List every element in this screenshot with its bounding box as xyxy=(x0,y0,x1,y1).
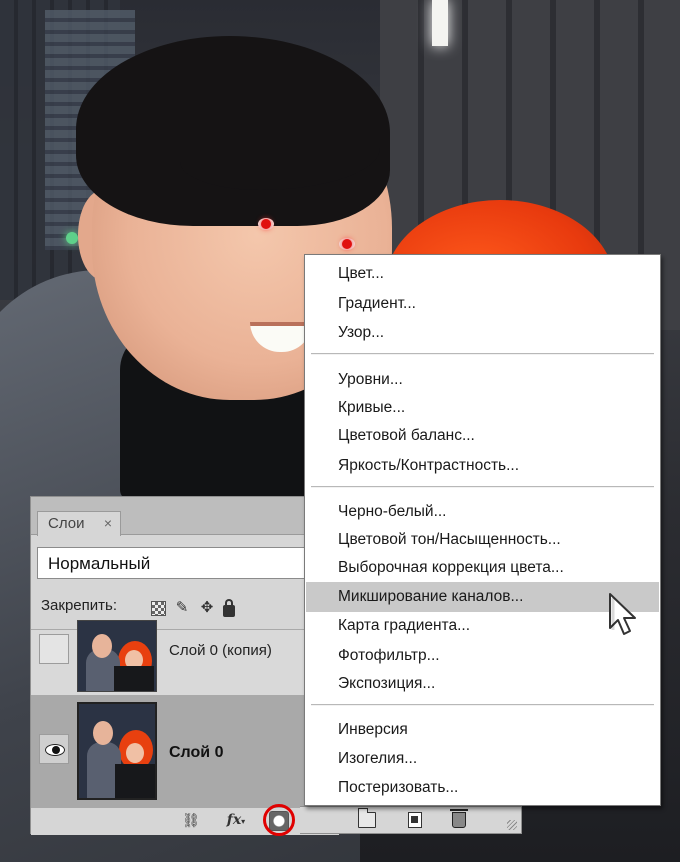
menu-item-threshold[interactable]: Изогелия... xyxy=(306,744,659,774)
layer-thumbnail xyxy=(77,620,157,692)
new-layer-icon[interactable] xyxy=(408,812,422,828)
menu-item-levels[interactable]: Уровни... xyxy=(306,365,659,395)
menu-item-invert[interactable]: Инверсия xyxy=(306,715,659,745)
annotation-red-circle xyxy=(263,804,295,836)
close-icon[interactable]: × xyxy=(104,515,112,531)
lock-move-icon[interactable]: ✥ xyxy=(198,599,216,617)
lock-all-icon[interactable] xyxy=(223,598,235,617)
menu-item-pattern[interactable]: Узор... xyxy=(306,318,659,348)
menu-item-photo-filter[interactable]: Фотофильтр... xyxy=(306,641,659,671)
lock-label: Закрепить: xyxy=(41,597,118,614)
visibility-toggle[interactable] xyxy=(39,734,69,764)
traffic-light xyxy=(66,232,78,244)
layers-footer-ext xyxy=(300,806,522,834)
menu-item-gradient[interactable]: Градиент... xyxy=(306,289,659,319)
new-group-icon[interactable] xyxy=(358,808,376,828)
menu-item-color-balance[interactable]: Цветовой баланс... xyxy=(306,421,659,451)
cursor-arrow-icon xyxy=(609,593,636,635)
adjustment-layer-menu: Цвет... Градиент... Узор... Уровни... Кр… xyxy=(304,254,661,806)
menu-separator xyxy=(311,704,654,706)
fx-label: fx xyxy=(226,812,242,828)
layer-style-button[interactable]: fx▾ xyxy=(223,812,249,828)
menu-item-posterize[interactable]: Постеризовать... xyxy=(306,773,659,803)
menu-item-brightness-contrast[interactable]: Яркость/Контрастность... xyxy=(306,451,659,481)
lock-transparency-icon[interactable] xyxy=(151,600,166,616)
resize-grip[interactable] xyxy=(507,820,517,830)
link-layers-icon[interactable]: ⛓ xyxy=(179,812,203,829)
eye-icon xyxy=(45,744,65,756)
lock-options: ✎ ✥ xyxy=(151,597,235,619)
menu-item-selective-color[interactable]: Выборочная коррекция цвета... xyxy=(306,553,659,583)
layer-row[interactable]: Слой 0 (копия) xyxy=(31,620,339,696)
menu-separator xyxy=(311,486,654,488)
menu-item-color[interactable]: Цвет... xyxy=(306,259,659,289)
layers-panel: Слои × Нормальный ▼ Закрепить: ✎ ✥ Слой … xyxy=(30,496,341,836)
red-eye-left xyxy=(258,218,274,230)
lock-brush-icon[interactable]: ✎ xyxy=(173,599,191,617)
menu-item-exposure[interactable]: Экспозиция... xyxy=(306,669,659,699)
street-lamp xyxy=(432,0,448,46)
tab-layers-label: Слои xyxy=(48,515,85,532)
layer-thumbnail xyxy=(77,702,157,800)
menu-item-hue-saturation[interactable]: Цветовой тон/Насыщенность... xyxy=(306,525,659,555)
layer-name[interactable]: Слой 0 (копия) xyxy=(169,642,272,659)
red-eye-right xyxy=(339,238,355,250)
layers-list: Слой 0 (копия) Слой 0 xyxy=(31,620,339,808)
layer-name[interactable]: Слой 0 xyxy=(169,744,223,762)
menu-item-curves[interactable]: Кривые... xyxy=(306,393,659,423)
menu-separator xyxy=(311,353,654,355)
panel-tab-bar: Слои × xyxy=(31,497,339,536)
trash-icon[interactable] xyxy=(450,809,468,828)
menu-item-black-white[interactable]: Черно-белый... xyxy=(306,497,659,527)
blend-mode-select[interactable]: Нормальный xyxy=(37,547,315,579)
visibility-toggle[interactable] xyxy=(39,634,69,664)
tab-layers[interactable]: Слои × xyxy=(37,511,121,536)
layers-footer: ⛓ fx▾ xyxy=(31,804,341,836)
layer-row-selected[interactable]: Слой 0 xyxy=(31,696,339,808)
